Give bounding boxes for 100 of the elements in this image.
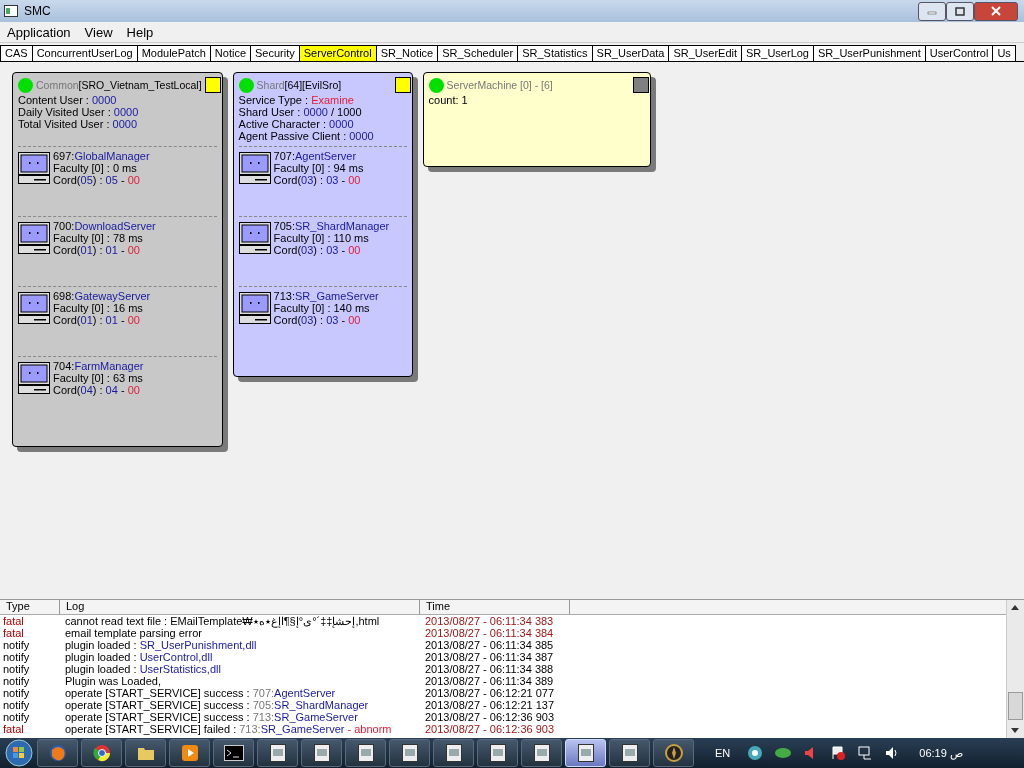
type-cell-text: notify: [2, 651, 31, 663]
taskbar-button[interactable]: [477, 739, 518, 767]
tab[interactable]: Us: [992, 45, 1016, 61]
tray-icon[interactable]: [774, 745, 793, 761]
language-indicator[interactable]: EN: [715, 747, 731, 759]
app-icon: [4, 5, 18, 17]
computer-icon: [18, 152, 50, 184]
log-cell-text: cannot read text file : EMailTemplate₩إحشإ‡‡´°ى°إ§¶اإغ٭ﻩ٭,html: [64, 615, 381, 627]
tab[interactable]: SR_UserEdit: [668, 45, 742, 61]
taskbar-button[interactable]: [345, 739, 386, 767]
taskbar-button[interactable]: [81, 739, 122, 767]
tab[interactable]: ModulePatch: [136, 45, 211, 61]
tab[interactable]: Notice: [209, 45, 252, 61]
faculty-text: Faculty [0] : 140 ms: [273, 302, 371, 314]
round-icon: [92, 744, 111, 762]
taskbar-button[interactable]: [521, 739, 562, 767]
taskbar-button[interactable]: [609, 739, 650, 767]
compass-icon: [664, 744, 683, 762]
taskbar-button[interactable]: [125, 739, 166, 767]
time-cell: 2013/08/27 - 06:11:34 387: [425, 651, 554, 663]
cord-text: Cord(03) : 03 - 00: [273, 314, 362, 326]
stat-line: Active Character : 0000: [238, 118, 355, 130]
taskbar-button[interactable]: [257, 739, 298, 767]
server-name: 704:FarmManager: [53, 360, 144, 372]
window-icon: [445, 744, 462, 762]
time-cell: 2013/08/27 - 06:12:36 903: [425, 711, 555, 723]
start-button[interactable]: [4, 739, 34, 767]
computer-icon: [238, 222, 271, 254]
tab[interactable]: SR_Scheduler: [437, 45, 519, 61]
taskbar-button[interactable]: [213, 739, 254, 767]
tab[interactable]: SR_UserData: [591, 45, 670, 61]
log-cell-text: plugin loaded : UserStatistics,dll: [64, 663, 222, 675]
log-cell-text: operate [START_SERVICE] success : 707:AgentServer: [64, 687, 337, 699]
taskbar-button[interactable]: [301, 739, 342, 767]
cord-text: Cord(01) : 01 - 00: [53, 314, 141, 326]
globe-icon: [48, 744, 67, 762]
time-cell: 2013/08/27 - 06:12:21 137: [425, 699, 555, 711]
window-icon: [489, 744, 506, 762]
window-icon: [401, 744, 418, 762]
tab[interactable]: ConcurrentUserLog: [31, 45, 138, 61]
type-cell-text: notify: [2, 675, 31, 687]
server-name: 700:DownloadServer: [53, 220, 156, 232]
taskbar-button[interactable]: [169, 739, 210, 767]
stat-line: Shard User : 0000 / 1000: [238, 106, 363, 118]
stat-line: Agent Passive Client : 0000: [238, 130, 375, 142]
window-icon: [313, 744, 330, 762]
console-icon: [223, 745, 244, 761]
menu-item[interactable]: View: [77, 24, 120, 40]
taskbar-button[interactable]: [389, 739, 430, 767]
menu-item[interactable]: Help: [119, 24, 161, 40]
card-title: Shard[64][EvilSro]: [256, 79, 342, 91]
cord-text: Cord(04) : 04 - 00: [53, 384, 141, 396]
scroll-thumb[interactable]: [1008, 692, 1023, 720]
clock[interactable]: 06:19 ص: [919, 746, 963, 760]
window-title: SMC: [24, 4, 51, 18]
network-icon[interactable]: [857, 745, 874, 761]
taskbar-button[interactable]: [653, 739, 694, 767]
computer-icon: [238, 292, 271, 324]
maximize-button[interactable]: [946, 1, 974, 21]
window-icon: [577, 744, 594, 762]
play-icon: [180, 744, 199, 762]
type-cell-text: notify: [2, 687, 31, 699]
window-icon: [357, 744, 374, 762]
stat-line: count: 1: [428, 94, 469, 106]
tab[interactable]: ServerControl: [298, 45, 377, 61]
log-cell-text: operate [START_SERVICE] success : 713:SR_GameServer: [64, 711, 359, 723]
column-header[interactable]: Log: [60, 600, 420, 614]
log-cell-text: plugin loaded : SR_UserPunishment,dll: [64, 639, 258, 651]
log-cell-text: operate [START_SERVICE] failed : 713:SR_GameServer - abnorm: [64, 723, 393, 735]
log-cell-text: plugin loaded : UserControl,dll: [64, 651, 214, 663]
flag-icon[interactable]: [830, 745, 847, 761]
tab[interactable]: SR_Notice: [375, 45, 439, 61]
faculty-text: Faculty [0] : 110 ms: [273, 232, 370, 244]
stat-line: Content User : 0000: [18, 94, 118, 106]
close-button[interactable]: [974, 1, 1018, 21]
tab[interactable]: SR_UserLog: [741, 45, 814, 61]
computer-icon: [18, 292, 50, 324]
stat-line: Service Type : Examine: [238, 94, 355, 106]
taskbar-button[interactable]: [433, 739, 474, 767]
tab[interactable]: UserControl: [924, 45, 994, 61]
tab[interactable]: Security: [250, 45, 300, 61]
network-icon[interactable]: [747, 745, 764, 761]
stat-line: Daily Visited User : 0000: [18, 106, 140, 118]
faculty-text: Faculty [0] : 0 ms: [53, 162, 138, 174]
faculty-text: Faculty [0] : 16 ms: [53, 302, 144, 314]
minimize-button[interactable]: [918, 1, 946, 21]
menu-item[interactable]: Application: [0, 24, 78, 40]
window-icon: [621, 744, 638, 762]
column-header[interactable]: Time: [420, 600, 570, 614]
scrollbar[interactable]: [1006, 600, 1024, 738]
type-cell-text: fatal: [2, 723, 25, 735]
tab[interactable]: SR_UserPunishment: [813, 45, 926, 61]
time-cell: 2013/08/27 - 06:12:21 077: [425, 687, 555, 699]
tab[interactable]: CAS: [0, 45, 33, 61]
time-cell: 2013/08/27 - 06:12:36 903: [425, 723, 555, 735]
cord-text: Cord(05) : 05 - 00: [53, 174, 141, 186]
tab[interactable]: SR_Statistics: [517, 45, 593, 61]
computer-icon: [238, 152, 271, 184]
maximize-icon: [955, 6, 965, 16]
column-header[interactable]: Type: [0, 600, 60, 614]
